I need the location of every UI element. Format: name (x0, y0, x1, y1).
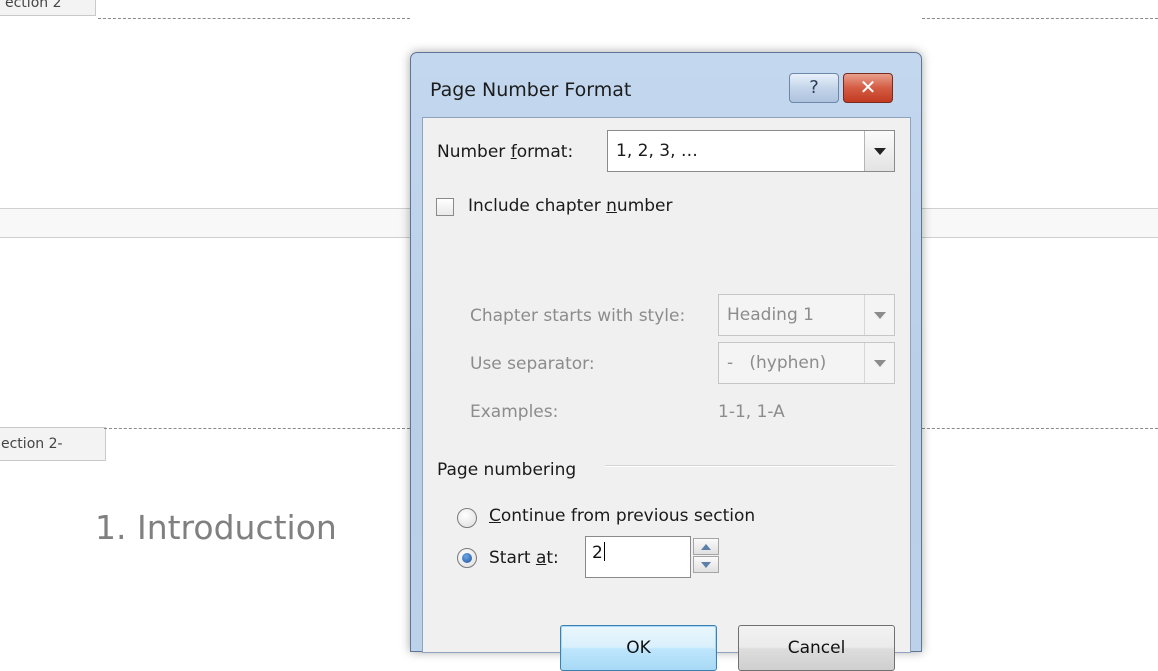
chevron-down-icon (873, 311, 886, 319)
dropdown-button[interactable] (864, 295, 894, 335)
chapter-style-label: Chapter starts with style: (470, 306, 686, 326)
number-format-select[interactable]: 1, 2, 3, … (607, 130, 895, 172)
arrow-down-icon (701, 561, 711, 568)
number-format-value: 1, 2, 3, … (616, 141, 698, 161)
close-icon: ✕ (859, 75, 877, 99)
help-button[interactable]: ? (789, 73, 839, 103)
include-chapter-checkbox[interactable] (436, 198, 454, 216)
cancel-button[interactable]: Cancel (738, 625, 895, 671)
page-number-format-dialog: Page Number Format ? ✕ Number format: 1,… (410, 52, 922, 671)
examples-value: 1-1, 1-A (718, 402, 785, 422)
page-numbering-group-label: Page numbering (437, 460, 577, 480)
spin-down-button[interactable] (693, 556, 719, 573)
help-icon: ? (809, 77, 819, 98)
chevron-down-icon (873, 359, 886, 367)
section-break-line (922, 428, 1158, 429)
dialog-body: Number format: 1, 2, 3, … Include chapte… (422, 117, 911, 671)
arrow-up-icon (701, 543, 711, 550)
separator-select[interactable]: - (hyphen) (718, 342, 895, 384)
start-at-input[interactable]: 2 (585, 536, 691, 578)
section-label: ection 2- (0, 427, 106, 461)
close-button[interactable]: ✕ (843, 73, 893, 103)
section-break-line (98, 18, 410, 19)
dropdown-button[interactable] (864, 343, 894, 383)
spin-up-button[interactable] (693, 538, 719, 555)
start-at-radio[interactable] (457, 548, 477, 568)
ok-button[interactable]: OK (560, 625, 717, 671)
continue-label[interactable]: Continue from previous section (489, 506, 755, 526)
text-caret (603, 542, 605, 561)
number-format-label: Number format: (437, 142, 574, 162)
group-divider (605, 465, 895, 467)
continue-radio[interactable] (457, 508, 477, 528)
section-label-top: ection 2 (0, 0, 96, 16)
include-chapter-label[interactable]: Include chapter number (468, 196, 673, 216)
start-at-value: 2 (592, 543, 603, 563)
separator-label: Use separator: (470, 354, 595, 374)
document-heading: 1. Introduction (95, 508, 337, 547)
dialog-title: Page Number Format (430, 79, 632, 101)
start-at-label[interactable]: Start at: (489, 548, 559, 568)
section-break-line (104, 428, 410, 429)
section-break-line (922, 18, 1158, 19)
chapter-style-value: Heading 1 (727, 305, 814, 325)
examples-label: Examples: (470, 402, 559, 422)
chevron-down-icon (873, 147, 886, 155)
chapter-style-select[interactable]: Heading 1 (718, 294, 895, 336)
dropdown-button[interactable] (864, 131, 894, 171)
separator-value: - (hyphen) (727, 353, 827, 373)
